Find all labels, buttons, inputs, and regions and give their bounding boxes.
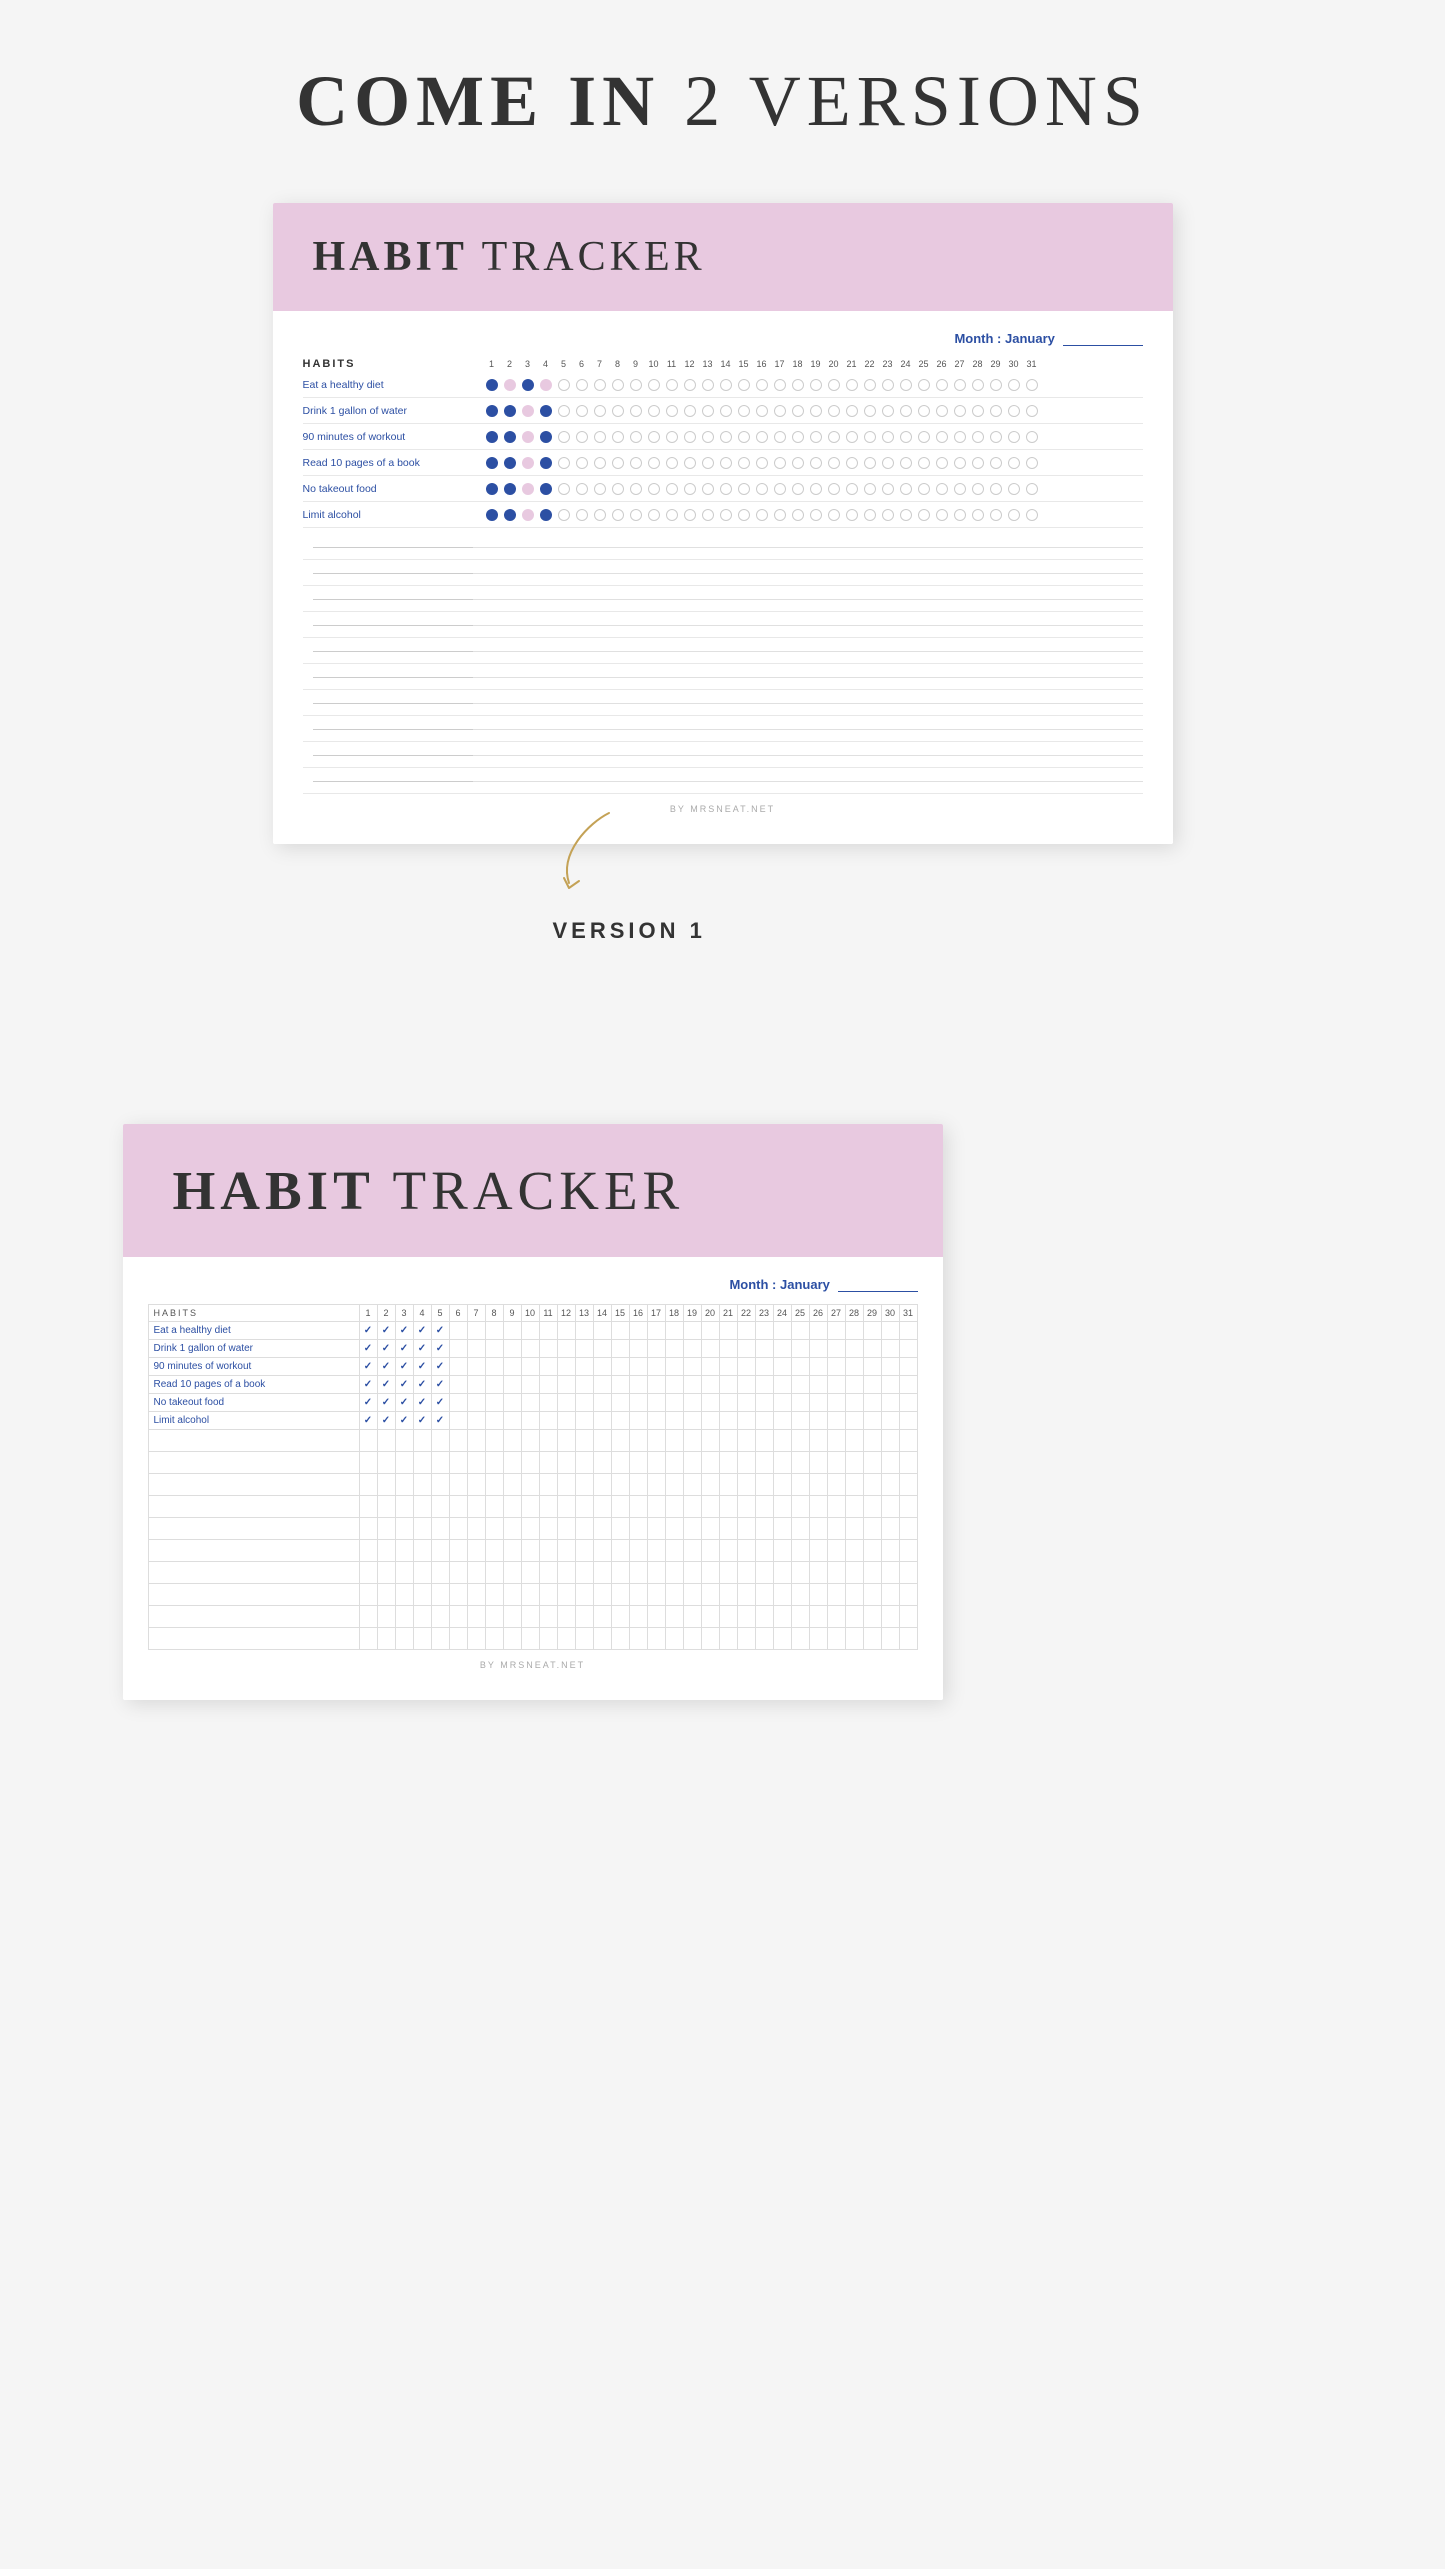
- version2-title-bold: HABIT: [173, 1160, 375, 1221]
- empty-row: [303, 668, 1143, 690]
- watermark-v2: BY MRSNEAT.NET: [148, 1660, 918, 1670]
- main-title: COME IN 2 Versions: [296, 60, 1149, 143]
- empty-row: [303, 642, 1143, 664]
- version1-arrow-container: VERSION 1: [473, 793, 706, 944]
- v2-habit-row: Read 10 pages of a book✓✓✓✓✓: [148, 1376, 917, 1394]
- habit-row-6: Limit alcohol: [303, 506, 1143, 528]
- version2-card: HABIT TRACKER Month : January HABITS 1 2: [123, 1124, 943, 1700]
- table-header: HABITS 1 2 3 4 5 6 7 8 9 10 11 12 13 14 …: [303, 358, 1143, 370]
- version2-body: Month : January HABITS 1 2 3 4 5 6 7: [123, 1257, 943, 1700]
- version1-card: HABIT TRACKER Month : January HABITS 1 2…: [273, 203, 1173, 844]
- v2-month-value: January: [780, 1277, 830, 1292]
- empty-row: [303, 590, 1143, 612]
- month-value: January: [1005, 331, 1055, 346]
- empty-row: [303, 772, 1143, 794]
- version1-title-regular: TRACKER: [482, 234, 706, 280]
- version1-header: HABIT TRACKER: [273, 203, 1173, 311]
- title-bold: COME IN: [296, 61, 660, 141]
- v2-empty-row: [148, 1628, 917, 1650]
- watermark-v1: BY MRSNEAT.NET: [303, 804, 1143, 814]
- month-underline: [1063, 345, 1143, 346]
- version1-body: Month : January HABITS 1 2 3 4 5 6 7 8 9…: [273, 311, 1173, 844]
- v2-empty-row: [148, 1606, 917, 1628]
- habit-row-5: No takeout food: [303, 480, 1143, 502]
- v2-habit-row: Eat a healthy diet✓✓✓✓✓: [148, 1322, 917, 1340]
- v2-empty-row: [148, 1430, 917, 1452]
- habits-col-header: HABITS: [303, 358, 483, 370]
- v2-table: HABITS 1 2 3 4 5 6 7 8 9 10 11 12 13: [148, 1304, 918, 1650]
- version1-title: HABIT TRACKER: [313, 233, 1133, 281]
- v2-habit-row: Limit alcohol✓✓✓✓✓: [148, 1412, 917, 1430]
- v2-empty-row: [148, 1518, 917, 1540]
- v2-habit-row: Drink 1 gallon of water✓✓✓✓✓: [148, 1340, 917, 1358]
- empty-row: [303, 720, 1143, 742]
- habit-row-3: 90 minutes of workout: [303, 428, 1143, 450]
- empty-row: [303, 694, 1143, 716]
- empty-row: [303, 746, 1143, 768]
- days-header: 1 2 3 4 5 6 7 8 9 10 11 12 13 14 15 16 1: [483, 359, 1041, 369]
- v2-empty-row: [148, 1562, 917, 1584]
- habit-tracker-table: Eat a healthy diet: [303, 376, 1143, 794]
- month-label: Month :: [954, 331, 1005, 346]
- habit-row-1: Eat a healthy diet: [303, 376, 1143, 398]
- v2-empty-row: [148, 1474, 917, 1496]
- v2-habit-row: No takeout food✓✓✓✓✓: [148, 1394, 917, 1412]
- version1-arrow-icon: [529, 793, 649, 913]
- v2-empty-row: [148, 1584, 917, 1606]
- version2-outer: HABIT TRACKER Month : January HABITS 1 2: [123, 1124, 1323, 1700]
- v2-month-label: Month :: [729, 1277, 780, 1292]
- habit-row-4: Read 10 pages of a book: [303, 454, 1143, 476]
- v2-habits-header: HABITS: [148, 1305, 359, 1322]
- version2-header: HABIT TRACKER: [123, 1124, 943, 1257]
- v2-empty-row: [148, 1496, 917, 1518]
- v2-empty-row: [148, 1452, 917, 1474]
- version2-title-regular: TRACKER: [393, 1160, 685, 1221]
- empty-row: [303, 538, 1143, 560]
- version2-title: HABIT TRACKER: [173, 1159, 893, 1222]
- v2-empty-row: [148, 1540, 917, 1562]
- habit-row-2: Drink 1 gallon of water: [303, 402, 1143, 424]
- empty-row: [303, 564, 1143, 586]
- version1-label: VERSION 1: [553, 918, 706, 944]
- month-row: Month : January: [303, 331, 1143, 346]
- v2-habit-row: 90 minutes of workout✓✓✓✓✓: [148, 1358, 917, 1376]
- version1-title-bold: HABIT: [313, 234, 468, 280]
- version1-container: HABIT TRACKER Month : January HABITS 1 2…: [273, 203, 1173, 844]
- v2-month-row: Month : January: [148, 1277, 918, 1292]
- empty-row: [303, 616, 1143, 638]
- title-regular: 2 Versions: [684, 61, 1149, 141]
